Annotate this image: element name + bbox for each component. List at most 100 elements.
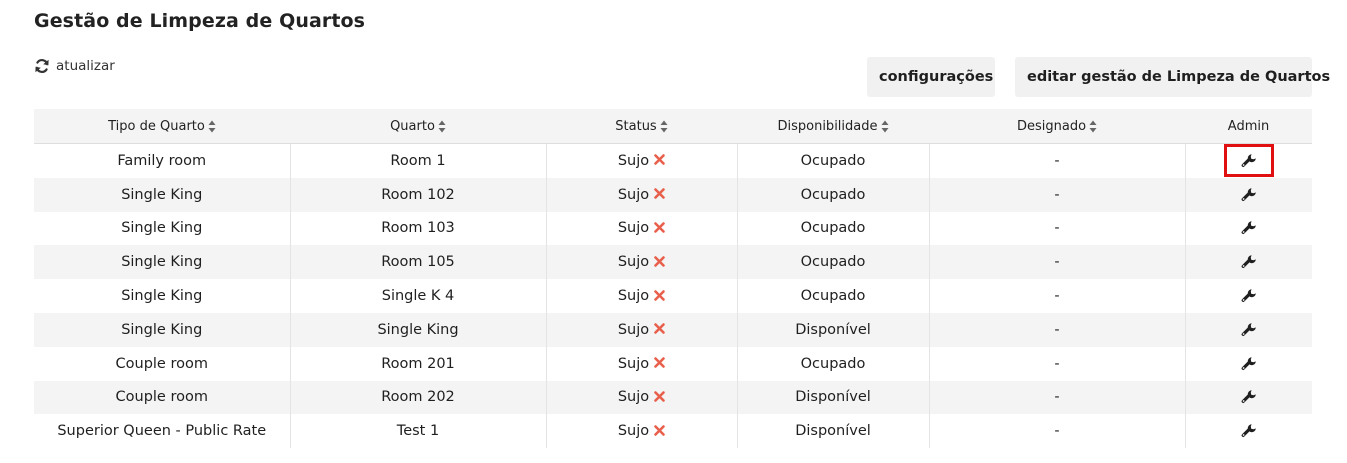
wrench-icon <box>1241 220 1257 236</box>
admin-action-button[interactable] <box>1226 180 1272 210</box>
wrench-icon <box>1241 322 1257 338</box>
admin-action-button[interactable] <box>1226 281 1272 311</box>
cell-assigned: - <box>929 211 1186 246</box>
refresh-label: atualizar <box>56 58 115 74</box>
sort-icon[interactable] <box>881 120 889 133</box>
x-icon <box>654 154 665 166</box>
refresh-link[interactable]: atualizar <box>34 58 115 74</box>
table-row: Single King Room 103 Sujo Ocupado - <box>34 211 1312 246</box>
cell-availability: Ocupado <box>737 346 930 381</box>
wrench-icon <box>1241 187 1257 203</box>
column-header-room[interactable]: Quarto <box>290 109 546 144</box>
x-icon <box>654 222 665 233</box>
cell-assigned: - <box>929 380 1186 415</box>
cell-status: Sujo <box>546 312 738 347</box>
x-icon <box>654 323 665 335</box>
admin-action-button[interactable] <box>1226 213 1272 243</box>
admin-action-button[interactable] <box>1226 315 1272 345</box>
column-header-room-type[interactable]: Tipo de Quarto <box>34 109 290 144</box>
wrench-icon <box>1241 153 1257 169</box>
table-row: Couple room Room 201 Sujo Ocupado - <box>34 346 1312 381</box>
table-row: Single King Single K 4 Sujo Ocupado - <box>34 279 1312 313</box>
cell-assigned: - <box>929 312 1186 347</box>
table-row: Single King Room 102 Sujo Ocupado - <box>34 177 1312 212</box>
wrench-icon <box>1241 288 1257 304</box>
cell-availability: Ocupado <box>737 245 930 280</box>
cell-admin <box>1185 347 1312 381</box>
column-header-status[interactable]: Status <box>546 109 737 144</box>
cell-status: Sujo <box>546 143 738 178</box>
admin-action-button[interactable] <box>1223 144 1274 178</box>
cell-availability: Disponível <box>737 414 930 449</box>
cell-availability: Ocupado <box>737 143 930 178</box>
sort-icon[interactable] <box>438 120 446 133</box>
cell-room: Room 201 <box>290 346 547 381</box>
wrench-icon <box>1241 389 1257 405</box>
sort-icon[interactable] <box>660 120 668 133</box>
housekeeping-page: Gestão de Limpeza de Quartos atualizar c… <box>0 0 1347 463</box>
x-icon <box>654 357 665 368</box>
cell-assigned: - <box>929 346 1186 381</box>
cell-admin <box>1185 144 1312 178</box>
edit-housekeeping-button[interactable]: editar gestão de Limpeza de Quartos <box>1015 57 1330 97</box>
cell-room-type: Superior Queen - Public Rate <box>34 414 291 449</box>
settings-button[interactable]: configurações <box>867 57 995 97</box>
cell-room-type: Single King <box>34 177 291 212</box>
cell-availability: Ocupado <box>737 211 930 246</box>
x-icon <box>654 188 665 199</box>
table-row: Single King Room 105 Sujo Ocupado - <box>34 245 1312 280</box>
table-row: Family room Room 1 Sujo Ocupado - <box>34 143 1312 178</box>
cell-admin <box>1185 245 1312 280</box>
admin-action-button[interactable] <box>1226 416 1272 446</box>
cell-room: Single K 4 <box>290 279 547 313</box>
column-header-admin: Admin <box>1185 109 1312 144</box>
refresh-icon <box>34 58 50 74</box>
cell-availability: Ocupado <box>737 279 930 313</box>
cell-room: Test 1 <box>290 414 547 449</box>
cell-status: Sujo <box>546 346 738 381</box>
cell-status: Sujo <box>546 211 738 246</box>
cell-admin <box>1185 177 1312 212</box>
page-title: Gestão de Limpeza de Quartos <box>34 10 366 32</box>
cell-status: Sujo <box>546 245 738 280</box>
cell-room: Room 202 <box>290 380 547 415</box>
cell-room-type: Family room <box>34 143 291 178</box>
x-icon <box>654 424 665 436</box>
admin-action-button[interactable] <box>1226 382 1272 412</box>
cell-room-type: Couple room <box>34 380 291 415</box>
table-row: Superior Queen - Public Rate Test 1 Sujo… <box>34 414 1312 449</box>
cell-room: Room 102 <box>290 177 547 212</box>
column-header-availability[interactable]: Disponibilidade <box>737 109 929 144</box>
cell-admin <box>1185 414 1312 448</box>
column-header-assigned[interactable]: Designado <box>929 109 1185 144</box>
admin-action-button[interactable] <box>1226 247 1272 277</box>
cell-availability: Ocupado <box>737 177 930 212</box>
housekeeping-table: Tipo de Quarto Quarto Status Disponibili… <box>34 109 1312 449</box>
cell-room: Single King <box>290 312 547 347</box>
cell-room: Room 105 <box>290 245 547 280</box>
sort-icon[interactable] <box>208 120 216 133</box>
cell-assigned: - <box>929 143 1186 178</box>
cell-room-type: Couple room <box>34 346 291 381</box>
cell-availability: Disponível <box>737 312 930 347</box>
admin-action-button[interactable] <box>1226 349 1272 379</box>
cell-assigned: - <box>929 279 1186 313</box>
x-icon <box>654 391 665 402</box>
cell-admin <box>1185 279 1312 313</box>
table-header-row: Tipo de Quarto Quarto Status Disponibili… <box>34 109 1312 144</box>
cell-room-type: Single King <box>34 312 291 347</box>
wrench-icon <box>1241 254 1257 270</box>
cell-room-type: Single King <box>34 245 291 280</box>
cell-availability: Disponível <box>737 380 930 415</box>
cell-status: Sujo <box>546 177 738 212</box>
cell-room-type: Single King <box>34 211 291 246</box>
cell-status: Sujo <box>546 279 738 313</box>
x-icon <box>654 255 665 267</box>
cell-assigned: - <box>929 245 1186 280</box>
cell-room: Room 1 <box>290 143 547 178</box>
cell-room-type: Single King <box>34 279 291 313</box>
wrench-icon <box>1241 356 1257 372</box>
sort-icon[interactable] <box>1089 120 1097 133</box>
cell-admin <box>1185 312 1312 347</box>
cell-status: Sujo <box>546 380 738 415</box>
